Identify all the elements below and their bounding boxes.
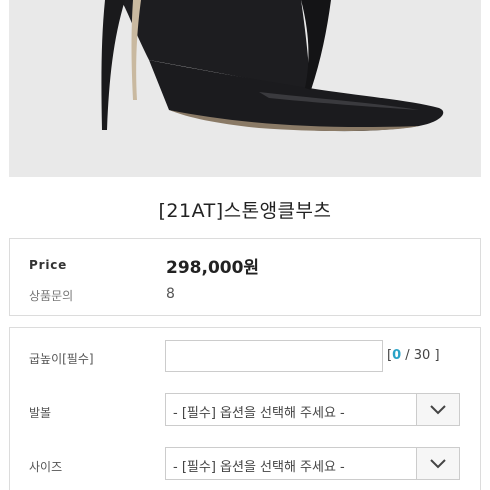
heel-height-label: 굽높이[필수]: [29, 352, 94, 366]
boot-illustration: [9, 0, 481, 177]
heel-height-input[interactable]: [165, 340, 383, 372]
ballbo-select[interactable]: - [필수] 옵션을 선택해 주세요 -: [165, 393, 460, 426]
size-select[interactable]: - [필수] 옵션을 선택해 주세요 -: [165, 447, 460, 480]
qna-label: 상품문의: [29, 289, 74, 303]
ballbo-select-value: - [필수] 옵션을 선택해 주세요 -: [173, 406, 345, 421]
chevron-down-icon[interactable]: [416, 448, 459, 479]
chevron-down-icon[interactable]: [416, 394, 459, 425]
ballbo-label: 발볼: [29, 406, 52, 420]
counter-current: 0: [392, 348, 402, 363]
qna-count: 8: [166, 286, 175, 302]
options-box: 굽높이[필수] [0 / 30 ] 발볼 - [필수] 옵션을 선택해 주세요 …: [9, 327, 481, 490]
price-info-box: Price 298,000원 상품문의 8: [9, 238, 481, 316]
size-select-value: - [필수] 옵션을 선택해 주세요 -: [173, 460, 345, 475]
character-counter: [0 / 30 ]: [387, 348, 440, 363]
price-label: Price: [29, 258, 68, 272]
counter-max: / 30 ]: [401, 348, 440, 363]
size-label: 사이즈: [29, 460, 63, 474]
price-value: 298,000원: [166, 258, 260, 278]
product-title: [21AT]스톤앵클부츠: [158, 200, 332, 222]
product-image: [9, 0, 481, 177]
